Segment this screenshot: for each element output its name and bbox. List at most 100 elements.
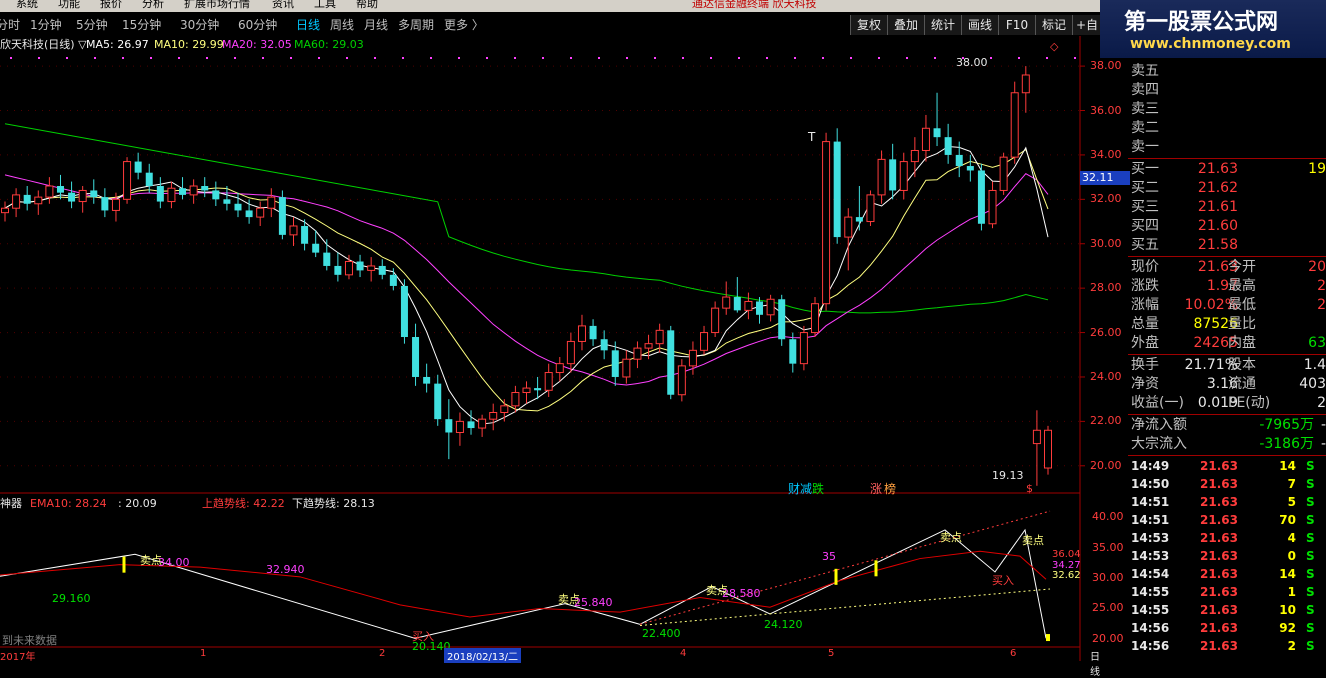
trade-row: 14:55 21.63 1 S [1128,583,1326,601]
sell-level-label: 卖四 [1131,82,1159,98]
trade-row: 14:53 21.63 4 S [1128,529,1326,547]
candle [700,325,709,355]
trade-row: 14:56 21.63 2 S [1128,637,1326,655]
candle [1044,425,1052,475]
candle [145,163,153,193]
candle [722,281,731,315]
candle [889,143,897,200]
news-badge-b[interactable]: 跌 [812,480,824,497]
buy-level-5: 买五 21.58 [1128,236,1326,255]
quote-row-1: 涨跌 1.97 最高 2 [1128,277,1326,296]
candle [633,341,642,369]
news-badge-d[interactable]: 榜 [884,480,896,497]
low-price-label: 19.13 [992,469,1024,482]
candle [90,179,98,204]
candle [555,356,564,382]
candle [189,179,198,204]
flow-value: -3186万 [1259,436,1314,452]
candle [589,319,597,346]
candle [367,257,376,282]
buy-level-3: 买三 21.61 [1128,198,1326,217]
candle [844,208,853,271]
down-trend-label: 下趋势线: 28.13 [292,497,375,510]
trade-row: 14:54 21.63 14 S [1128,565,1326,583]
ind-value-3: 29.160 [52,592,91,605]
candle [778,294,786,346]
candle [278,190,286,240]
trade-price: 21.63 [1200,585,1238,599]
candle [999,152,1008,195]
sell-level-1: 卖一 [1128,138,1326,157]
trade-time: 14:53 [1131,549,1170,563]
trade-side: S [1306,513,1315,527]
candle [123,157,132,204]
candle [34,190,43,215]
candle [179,177,187,200]
ind-tick-0: 40.00 [1092,510,1124,524]
candle [822,132,831,311]
news-badge-c[interactable]: 涨 [870,480,882,497]
indicator-axis: 40.00 35.00 30.00 25.00 20.00 [1092,0,1128,661]
candle [677,359,686,402]
quote-label: 现价 [1131,259,1159,275]
fund-label: 收益(一) [1131,395,1184,411]
trade-time: 14:53 [1131,531,1170,545]
candle [489,403,498,431]
fund-label: 换手 [1131,357,1159,373]
buy-level-label: 买五 [1131,237,1159,253]
quote-value-2: 2 [1317,278,1326,294]
trade-volume: 92 [1279,621,1296,635]
candle [212,181,220,206]
trade-row: 14:56 21.63 92 S [1128,619,1326,637]
ind-value-6: 22.400 [642,627,681,640]
candle [522,381,531,404]
flow-tail: - [1320,436,1326,452]
buy-level-2: 买二 21.62 [1128,179,1326,198]
quote-label-2: 量比 [1228,316,1256,332]
fund-value-2: 403 [1299,376,1326,392]
ind-tick-2: 30.00 [1092,571,1124,585]
xaxis-view-label[interactable]: 日线 [1090,648,1100,678]
fund-row-2: 收益(一) 0.019 PE(动) 2 [1128,394,1326,413]
indicator-name[interactable]: 神器 [0,497,22,511]
candle [877,150,886,204]
trade-side: S [1306,531,1315,545]
fund-value-2: 1.4 [1303,357,1326,373]
candle [810,297,819,338]
news-badge-a[interactable]: 财减 [788,480,812,497]
sell-signal-4: 卖点 [940,531,962,544]
sell-level-label: 卖五 [1131,63,1159,79]
trade-side: S [1306,621,1315,635]
up-trend-label: 上趋势线: 42.22 [202,497,285,510]
trade-volume: 10 [1279,603,1296,617]
candle [611,341,619,386]
candle [622,350,631,384]
flow-tail: - [1320,417,1326,433]
buy-level-price: 21.60 [1197,218,1238,234]
buy-level-1: 买一 21.63 19 [1128,160,1326,179]
fund-label-2: 股本 [1228,357,1256,373]
trade-row: 14:49 21.63 14 S [1128,457,1326,475]
trade-row: 14:55 21.63 10 S [1128,601,1326,619]
flow-label: 净流入额 [1131,417,1187,433]
xaxis-m6: 6 [1010,648,1017,659]
trade-price: 21.63 [1200,549,1238,563]
candle [1021,66,1030,113]
candle [921,114,930,162]
trade-price: 21.63 [1200,639,1238,653]
candle [855,186,863,231]
watermark-title: 第一股票公式网 [1124,9,1279,35]
candle [256,201,265,226]
trade-price: 21.63 [1200,531,1238,545]
indicator-value: : 20.09 [118,497,157,510]
quote-label-2: 最低 [1228,297,1256,313]
quote-label-2: 内盘 [1228,335,1256,351]
svg-text:◇: ◇ [1050,40,1059,53]
trade-side: S [1306,549,1315,563]
trade-volume: 7 [1287,477,1296,491]
right-value-3: 32.62 [1052,570,1081,581]
ind-tick-1: 35.00 [1092,540,1124,554]
trade-volume: 1 [1287,585,1296,599]
fund-row-1: 净资 3.16 流通 403 [1128,375,1326,394]
ind-value-7: 28.580 [722,587,761,600]
